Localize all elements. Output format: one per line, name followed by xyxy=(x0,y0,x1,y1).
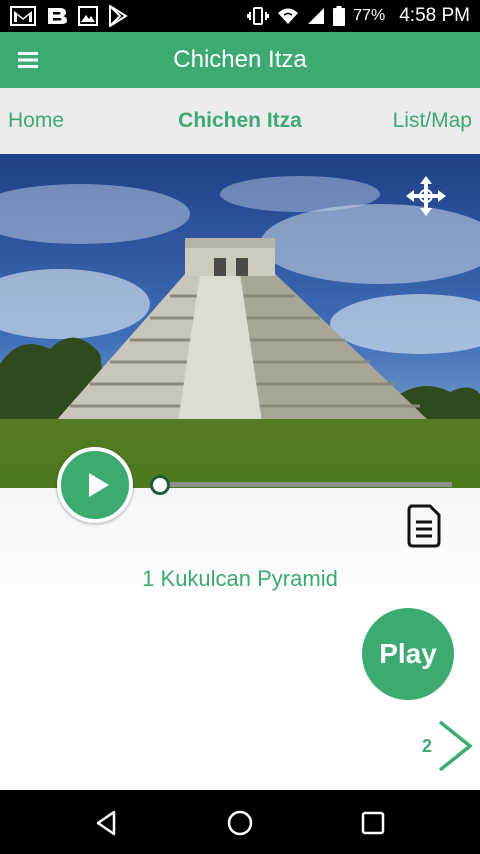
battery-icon xyxy=(333,6,346,26)
play-store-icon xyxy=(109,5,128,27)
next-stop-button[interactable]: 2 xyxy=(420,716,476,776)
back-icon[interactable] xyxy=(92,808,122,838)
app-bar: Chichen Itza xyxy=(0,32,480,88)
navigation-bar: Chichen Itza Home List/Map xyxy=(0,88,480,154)
battery-percent: 77% xyxy=(353,7,386,24)
nav-home-link[interactable]: Home xyxy=(8,88,64,154)
gmail-icon xyxy=(10,6,36,26)
audio-progress-knob[interactable] xyxy=(150,475,170,495)
b-app-icon xyxy=(48,8,67,24)
play-icon xyxy=(89,473,109,497)
recent-apps-icon[interactable] xyxy=(358,808,388,838)
audio-progress-track[interactable] xyxy=(160,482,452,487)
image-icon xyxy=(78,6,98,26)
app-title: Chichen Itza xyxy=(173,46,307,73)
move-arrows-icon[interactable] xyxy=(404,174,448,218)
stop-title: 1 Kukulcan Pyramid xyxy=(142,566,338,591)
system-icons: 77% 4:58 PM xyxy=(247,0,470,32)
chevron-right-icon xyxy=(438,720,473,772)
next-stop-number: 2 xyxy=(422,736,433,756)
notification-icons xyxy=(10,5,128,27)
clock: 4:58 PM xyxy=(399,5,470,26)
android-navigation-bar xyxy=(0,790,480,854)
wifi-icon xyxy=(278,8,299,24)
audio-play-button[interactable] xyxy=(57,447,133,523)
signal-icon xyxy=(308,8,325,24)
stop-photo xyxy=(0,154,480,488)
home-icon[interactable] xyxy=(225,808,255,838)
nav-list-map-link[interactable]: List/Map xyxy=(393,88,472,154)
status-bar: 77% 4:58 PM xyxy=(0,0,480,32)
vibrate-icon xyxy=(247,7,270,25)
document-icon[interactable] xyxy=(406,504,442,548)
play-stop-button[interactable]: Play xyxy=(362,608,454,700)
